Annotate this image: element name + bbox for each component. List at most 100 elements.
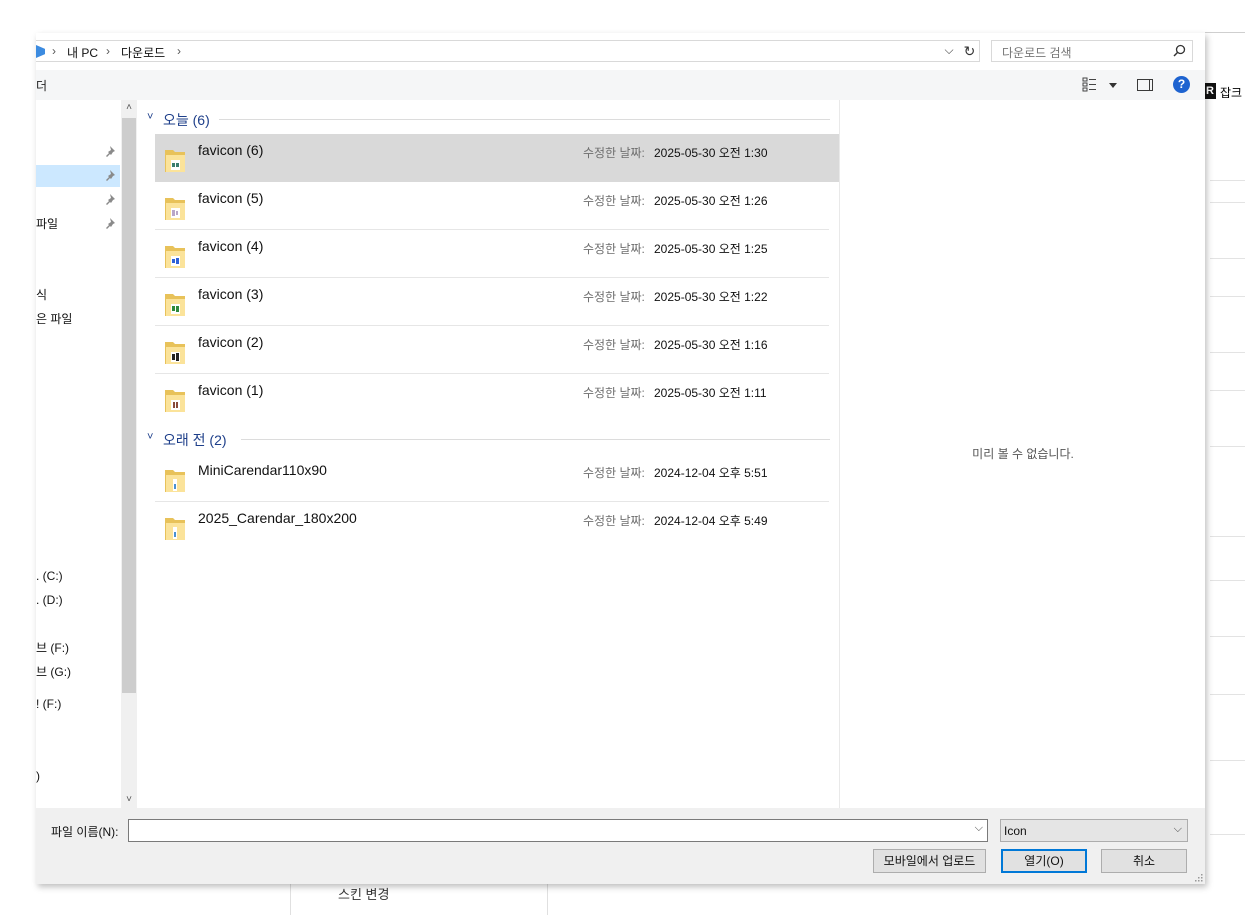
modified-label: 수정한 날짜: [583, 194, 645, 208]
file-row[interactable]: favicon (1) 수정한 날짜: 2025-05-30 오전 1:11 [155, 374, 839, 422]
breadcrumb-downloads[interactable]: 다운로드 [121, 44, 165, 61]
search-icon[interactable] [1173, 44, 1186, 57]
modified-date: 2025-05-30 오전 1:16 [654, 338, 768, 352]
file-row[interactable]: MiniCarendar110x90 수정한 날짜: 2024-12-04 오후… [155, 454, 839, 502]
file-name: favicon (4) [198, 238, 264, 254]
file-name: favicon (5) [198, 190, 264, 206]
breadcrumb-separator[interactable]: › [106, 44, 110, 58]
file-name: MiniCarendar110x90 [198, 462, 327, 478]
modified-date: 2025-05-30 오전 1:22 [654, 290, 768, 304]
pin-icon[interactable] [106, 218, 116, 229]
view-options-icon[interactable] [1082, 76, 1122, 94]
cancel-button[interactable]: 취소 [1101, 849, 1187, 873]
file-row[interactable]: 2025_Carendar_180x200 수정한 날짜: 2024-12-04… [155, 502, 839, 550]
resize-grip-icon[interactable] [1193, 872, 1203, 882]
preview-pane-icon[interactable] [1137, 79, 1153, 91]
file-name: 2025_Carendar_180x200 [198, 510, 357, 526]
scroll-down-icon[interactable]: ˅ [121, 792, 137, 808]
folder-icon [165, 198, 185, 220]
group-header-today[interactable]: ˅ 오늘 (6) [137, 108, 839, 130]
file-row[interactable]: favicon (2) 수정한 날짜: 2025-05-30 오전 1:16 [155, 326, 839, 374]
filename-input[interactable]: ⌵ [128, 819, 988, 842]
address-row: › 내 PC › 다운로드 › ⌵ ↻ 다운로드 검색 [36, 33, 1205, 70]
nav-item-drive-c[interactable]: . (C:) [36, 565, 120, 587]
help-icon[interactable]: ? [1173, 76, 1190, 93]
file-type-value: Icon [1004, 824, 1027, 838]
modified-date: 2025-05-30 오전 1:25 [654, 242, 768, 256]
background-divider [1210, 180, 1245, 181]
nav-item-drive-g[interactable]: 브 (G:) [36, 661, 120, 683]
folder-icon [165, 390, 185, 412]
file-row[interactable]: favicon (4) 수정한 날짜: 2025-05-30 오전 1:25 [155, 230, 839, 278]
file-open-dialog: › 내 PC › 다운로드 › ⌵ ↻ 다운로드 검색 더 ? 파일 식 은 파… [36, 33, 1205, 884]
file-name: favicon (6) [198, 142, 264, 158]
pin-icon[interactable] [106, 170, 116, 181]
nav-quick-access-item[interactable] [36, 189, 120, 211]
folder-icon [165, 342, 185, 364]
chevron-down-icon[interactable]: ˅ [147, 111, 153, 123]
address-history-dropdown[interactable]: ⌵ [942, 43, 956, 61]
background-tag: R [1204, 83, 1216, 99]
nav-item-network[interactable]: ) [36, 765, 120, 787]
scroll-thumb[interactable] [122, 118, 136, 693]
refresh-button[interactable]: ↻ [960, 40, 980, 62]
folder-icon [165, 246, 185, 268]
file-name: favicon (1) [198, 382, 264, 398]
file-row[interactable]: favicon (6) 수정한 날짜: 2025-05-30 오전 1:30 [155, 134, 839, 182]
group-header-long-ago[interactable]: ˅ 오래 전 (2) [137, 428, 839, 450]
search-placeholder: 다운로드 검색 [1002, 46, 1072, 60]
nav-item-drive-f-2[interactable]: ! (F:) [36, 693, 120, 715]
folder-icon [165, 294, 185, 316]
background-divider [1210, 446, 1245, 447]
breadcrumb-separator[interactable]: › [177, 44, 181, 58]
chevron-down-icon[interactable]: ⌵ [1174, 823, 1182, 836]
search-input[interactable]: 다운로드 검색 [991, 40, 1193, 62]
breadcrumb-my-pc[interactable]: 내 PC [67, 44, 98, 61]
command-bar: 더 ? [36, 70, 1205, 100]
navigation-pane: 파일 식 은 파일 . (C:) . (D:) 브 (F:) 브 (G:) ! … [36, 100, 121, 808]
modified-label: 수정한 날짜: [583, 466, 645, 480]
chevron-down-icon[interactable]: ˅ [147, 431, 153, 443]
file-row[interactable]: favicon (3) 수정한 날짜: 2025-05-30 오전 1:22 [155, 278, 839, 326]
nav-item-drive-f[interactable]: 브 (F:) [36, 637, 120, 659]
open-button[interactable]: 열기(O) [1001, 849, 1087, 873]
address-bar[interactable]: › 내 PC › 다운로드 › ⌵ [36, 40, 978, 62]
filename-label: 파일 이름(N): [51, 825, 119, 839]
background-skin-change[interactable]: 스킨 변경 [338, 884, 389, 903]
folder-icon [165, 518, 185, 540]
nav-quick-access-item-selected[interactable] [36, 165, 120, 187]
group-divider [241, 439, 830, 440]
background-divider [1210, 390, 1245, 391]
pc-location-icon [36, 45, 45, 58]
file-name: favicon (3) [198, 286, 264, 302]
background-divider [1210, 580, 1245, 581]
background-divider [1210, 694, 1245, 695]
nav-quick-access-item[interactable] [36, 141, 120, 163]
nav-item-shared-files[interactable]: 은 파일 [36, 308, 120, 330]
group-title: 오래 전 (2) [163, 432, 227, 448]
pin-icon[interactable] [106, 194, 116, 205]
modified-label: 수정한 날짜: [583, 386, 645, 400]
background-divider [1210, 536, 1245, 537]
background-divider [1210, 352, 1245, 353]
background-tag-text: 잡크 [1220, 86, 1243, 100]
scroll-up-icon[interactable]: ˄ [121, 100, 137, 116]
nav-item-drive-d[interactable]: . (D:) [36, 589, 120, 611]
filename-dropdown-icon[interactable]: ⌵ [975, 822, 983, 835]
upload-from-mobile-button[interactable]: 모바일에서 업로드 [873, 849, 986, 873]
file-row[interactable]: favicon (5) 수정한 날짜: 2025-05-30 오전 1:26 [155, 182, 839, 230]
modified-label: 수정한 날짜: [583, 338, 645, 352]
modified-date: 2025-05-30 오전 1:11 [654, 386, 767, 400]
nav-item-files[interactable]: 파일 [36, 213, 120, 235]
background-app [1205, 32, 1245, 842]
file-type-select[interactable]: Icon ⌵ [1000, 819, 1188, 842]
nav-scrollbar[interactable]: ˄ ˅ [121, 100, 137, 808]
new-folder-button[interactable]: 더 [36, 77, 47, 94]
group-title: 오늘 (6) [163, 112, 210, 128]
nav-item-recent[interactable]: 식 [36, 284, 120, 306]
background-panel [290, 880, 548, 915]
breadcrumb-separator[interactable]: › [52, 44, 56, 58]
modified-date: 2025-05-30 오전 1:30 [654, 146, 768, 160]
modified-date: 2024-12-04 오후 5:51 [654, 466, 768, 480]
pin-icon[interactable] [106, 146, 116, 157]
